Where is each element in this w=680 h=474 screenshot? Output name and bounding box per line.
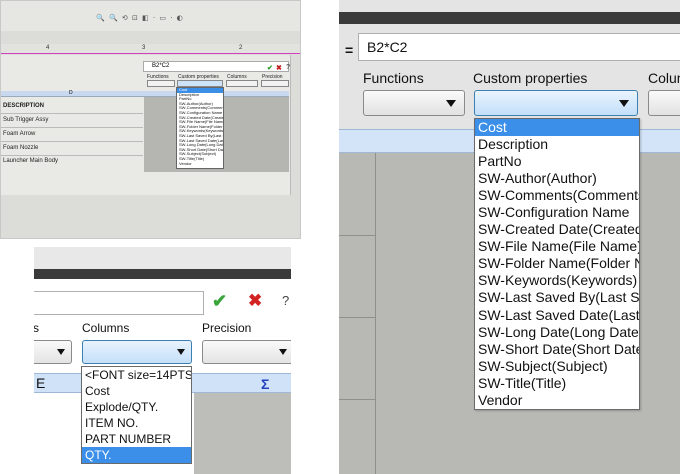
list-item[interactable]: Cost <box>82 383 191 399</box>
ruler-number: 3 <box>142 45 146 51</box>
list-item[interactable]: SW-Created Date(Created Date) <box>475 221 639 238</box>
table-cell[interactable]: Sub Trigger Assy <box>3 117 48 123</box>
sigma-icon[interactable]: Σ <box>261 376 269 392</box>
custom-properties-select[interactable] <box>177 80 223 87</box>
list-item[interactable]: SW-Folder Name(Folder Name) <box>475 255 639 272</box>
custom-properties-mini-dropdown[interactable]: Cost Description PartNo SW-Author(Author… <box>176 87 224 169</box>
precision-label: Precision <box>202 321 252 335</box>
list-item[interactable]: Explode/QTY. <box>82 399 191 415</box>
grid-line <box>339 399 375 400</box>
top-strip <box>34 247 291 269</box>
ruler-number: 4 <box>46 45 50 51</box>
list-item[interactable]: <FONT size=14PTS <box>82 367 191 383</box>
precision-select[interactable] <box>202 340 291 364</box>
accept-check-icon[interactable]: ✔ <box>212 291 227 312</box>
formula-text: B2*C2 <box>367 39 408 55</box>
list-item-selected[interactable]: QTY. <box>82 447 191 463</box>
table-cell[interactable]: Foam Nozzle <box>3 145 38 151</box>
columns-label: Columns <box>82 321 130 335</box>
list-item[interactable]: SW-Subject(Subject) <box>475 358 639 375</box>
custom-properties-label: Custom properties <box>473 70 588 86</box>
functions-select[interactable] <box>147 80 175 87</box>
list-item[interactable]: SW-Keywords(Keywords) <box>475 272 639 289</box>
overview-panel: 🔍 🔍 ⟲ ⊡ ◧ · ▭ · ◐ 4 3 2 B2*C2 ✔ ✖ ? Func… <box>0 0 301 239</box>
list-item[interactable]: Description <box>475 136 639 153</box>
row-divider <box>1 113 143 114</box>
cancel-x-icon[interactable]: ✖ <box>248 291 262 311</box>
columns-select[interactable] <box>226 80 258 87</box>
table-cell[interactable]: Launcher Main Body <box>3 158 58 164</box>
list-item[interactable]: ITEM NO. <box>82 415 191 431</box>
column-letter: D <box>69 90 73 96</box>
title-bar <box>339 12 680 24</box>
list-item[interactable]: SW-Short Date(Short Date) <box>475 341 639 358</box>
chevron-down-icon <box>177 349 185 355</box>
list-item[interactable]: PART NUMBER <box>82 431 191 447</box>
grid-line <box>339 235 375 236</box>
custom-properties-closeup-panel: = B2*C2 Functions Custom properties Colu… <box>310 0 680 474</box>
list-item-selected[interactable]: Cost <box>475 119 639 137</box>
row-divider <box>1 141 143 142</box>
list-item[interactable]: SW-Title(Title) <box>475 375 639 392</box>
grey-cell[interactable] <box>194 393 291 474</box>
list-item[interactable]: Vendor <box>177 162 223 167</box>
ruler-number: 2 <box>239 45 243 51</box>
functions-label: Functions <box>363 70 424 86</box>
chevron-down-icon <box>279 349 287 355</box>
list-item[interactable]: PartNo <box>475 153 639 170</box>
functions-select[interactable] <box>34 340 72 364</box>
view-toolbar-icons[interactable]: 🔍 🔍 ⟲ ⊡ ◧ · ▭ · ◐ <box>96 14 184 22</box>
list-item[interactable]: SW-Comments(Comments) <box>475 187 639 204</box>
formula-input[interactable] <box>34 291 204 315</box>
list-item[interactable]: Vendor <box>475 392 639 409</box>
list-item[interactable]: SW-Long Date(Long Date) <box>475 324 639 341</box>
row-divider <box>1 127 143 128</box>
cancel-x-icon[interactable]: ✖ <box>276 64 282 72</box>
columns-label: Colum <box>648 70 680 86</box>
functions-label: s <box>34 321 39 335</box>
help-icon[interactable]: ? <box>286 64 290 71</box>
title-bar <box>34 269 291 279</box>
columns-closeup-panel: ✔ ✖ ? s Columns Precision E Σ <FONT size… <box>34 247 291 474</box>
custom-properties-select[interactable] <box>474 90 638 116</box>
list-item[interactable]: SW-Last Saved Date(Last Saved Date) <box>475 307 639 324</box>
table-cell[interactable]: Foam Arrow <box>3 131 35 137</box>
sheet-ruler: 4 3 2 <box>1 44 300 54</box>
custom-properties-dropdown-list[interactable]: Cost Description PartNo SW-Author(Author… <box>474 118 640 410</box>
help-icon[interactable]: ? <box>282 293 289 308</box>
list-item[interactable]: SW-File Name(File Name) <box>475 238 639 255</box>
equals-label: = <box>345 42 354 58</box>
chevron-down-icon <box>57 349 65 355</box>
list-item[interactable]: SW-Last Saved By(Last Saved By) <box>475 289 639 306</box>
columns-select[interactable] <box>648 90 680 116</box>
column-letter[interactable]: E <box>36 375 45 391</box>
precision-select[interactable] <box>261 80 289 87</box>
table-cell[interactable]: DESCRIPTION <box>3 103 44 109</box>
formula-input[interactable]: B2*C2 <box>358 33 680 61</box>
functions-select[interactable] <box>363 90 465 116</box>
row-divider <box>1 155 143 156</box>
list-item[interactable]: SW-Author(Author) <box>475 170 639 187</box>
list-item[interactable]: SW-Configuration Name <box>475 204 639 221</box>
columns-select[interactable] <box>82 340 192 364</box>
grid-line <box>375 153 376 474</box>
grid-line <box>339 317 375 318</box>
chevron-down-icon <box>446 100 456 107</box>
accept-check-icon[interactable]: ✔ <box>267 64 273 72</box>
columns-dropdown-list[interactable]: <FONT size=14PTS Cost Explode/QTY. ITEM … <box>81 366 192 464</box>
chevron-down-icon <box>619 100 629 107</box>
